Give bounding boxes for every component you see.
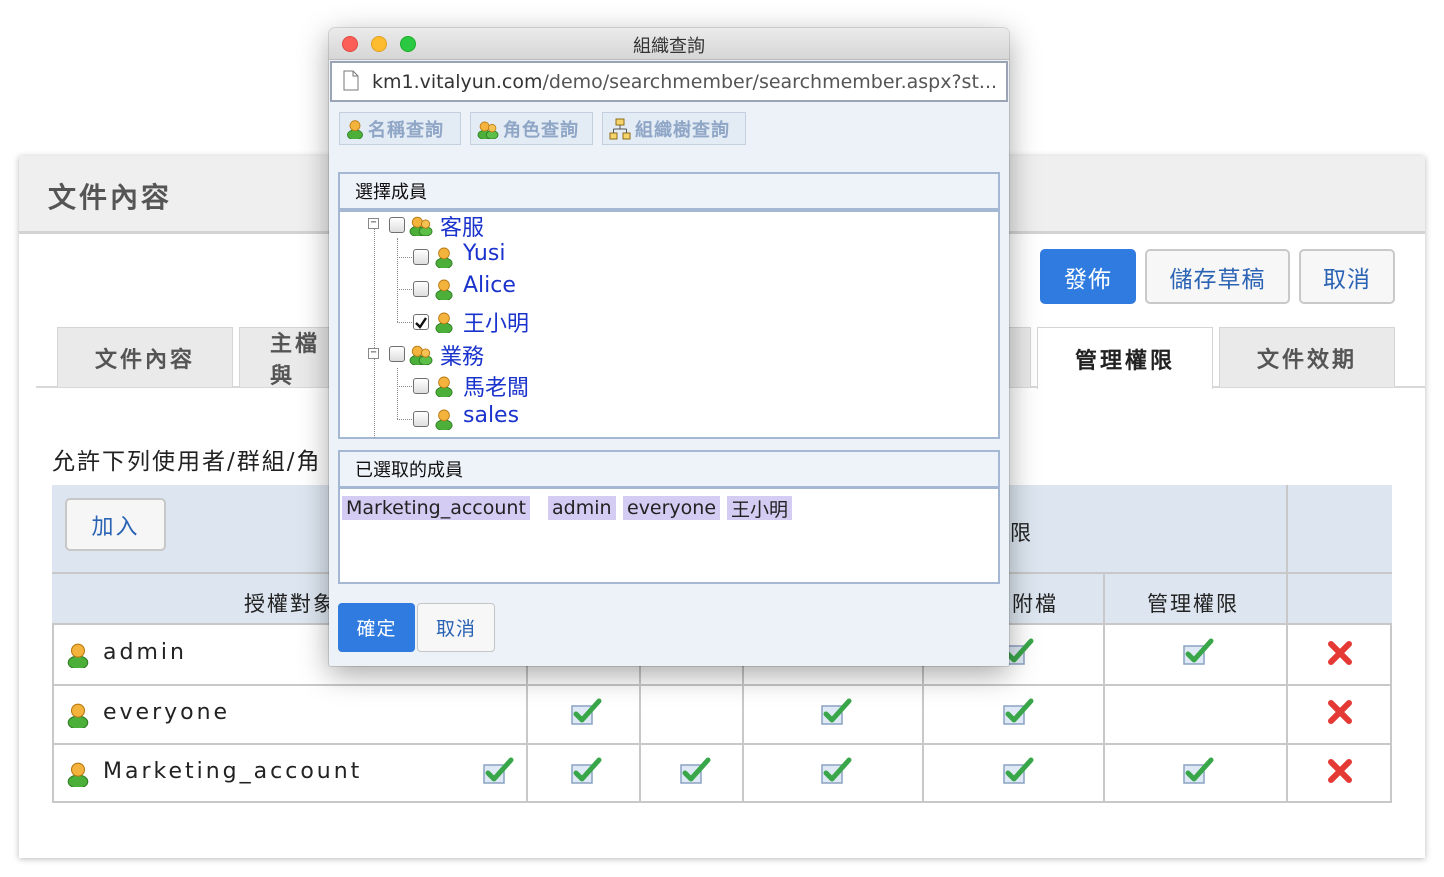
- org-tree-icon: [609, 118, 631, 139]
- window-title: 組織查詢: [633, 36, 705, 57]
- tree-connector: [397, 289, 412, 290]
- checkmark-icon: [415, 317, 427, 329]
- add-button[interactable]: 加入: [65, 498, 166, 551]
- page-document-icon: [343, 70, 359, 91]
- checked-permission-icon[interactable]: [820, 697, 852, 727]
- row-divider: [52, 684, 1392, 686]
- user-icon: [435, 246, 453, 268]
- checked-permission-icon[interactable]: [1182, 756, 1214, 786]
- user-icon: [435, 408, 453, 430]
- user-icon: [346, 119, 364, 139]
- header-attachment: 附檔: [1012, 592, 1058, 616]
- url-host: km1.vitalyun.com: [372, 70, 543, 93]
- selected-member-chip[interactable]: 王小明: [727, 496, 793, 521]
- checked-permission-icon[interactable]: [820, 756, 852, 786]
- user-icon: [67, 761, 89, 787]
- tree-connector: [397, 419, 412, 420]
- checked-permission-icon[interactable]: [482, 756, 514, 786]
- row-user-name: everyone: [103, 700, 231, 725]
- checked-permission-icon[interactable]: [570, 756, 602, 786]
- tree-checkbox[interactable]: [389, 217, 405, 233]
- tree-connector: [374, 227, 375, 438]
- checked-permission-icon[interactable]: [570, 697, 602, 727]
- tab-org-tree-search-label: 組織樹查詢: [635, 119, 730, 141]
- tab-document-content[interactable]: 文件內容: [57, 327, 233, 387]
- tab-name-search[interactable]: 名稱查詢: [339, 112, 461, 145]
- group-icon: [409, 214, 433, 236]
- tab-document-validity[interactable]: 文件效期: [1219, 327, 1395, 387]
- tree-member-label[interactable]: Alice: [463, 273, 516, 298]
- checked-permission-icon[interactable]: [1002, 756, 1034, 786]
- tree-connector: [397, 322, 412, 323]
- tab-main-file[interactable]: 主檔與: [239, 327, 334, 389]
- page-title: 文件內容: [48, 181, 173, 214]
- tree-checkbox[interactable]: [413, 281, 429, 297]
- header-manage-permission: 管理權限: [1147, 592, 1239, 616]
- header-target: 授權對象: [244, 592, 336, 616]
- checked-permission-icon[interactable]: [1182, 637, 1214, 667]
- column-divider: [1103, 574, 1105, 803]
- select-members-header: 選擇成員: [338, 172, 1000, 210]
- url-path: /demo/searchmember/searchmember.aspx?st.…: [542, 70, 998, 93]
- delete-icon[interactable]: [1327, 758, 1353, 784]
- group-icon: [409, 343, 433, 365]
- permission-description: 允許下列使用者/群組/角: [52, 449, 322, 475]
- tree-checkbox[interactable]: [413, 411, 429, 427]
- tab-role-search-label: 角色查詢: [503, 119, 579, 141]
- tree-checkbox-checked[interactable]: [413, 314, 429, 330]
- tree-member-label[interactable]: 馬老闆: [463, 370, 529, 402]
- delete-icon[interactable]: [1327, 640, 1353, 666]
- tab-name-search-label: 名稱查詢: [368, 119, 444, 141]
- tab-hidden-fragment[interactable]: [1007, 327, 1031, 387]
- tree-connector: [397, 368, 398, 419]
- tree-connector: [397, 238, 398, 322]
- selected-member-chip[interactable]: Marketing_account: [342, 496, 530, 520]
- popup-cancel-button[interactable]: 取消: [417, 603, 495, 652]
- tab-manage-permission[interactable]: 管理權限: [1037, 327, 1213, 389]
- tree-member-label[interactable]: 王小明: [463, 306, 529, 338]
- selected-members-header: 已選取的成員: [338, 450, 1000, 488]
- tree-member-label[interactable]: sales: [463, 403, 519, 428]
- tree-connector: [397, 386, 412, 387]
- row-user-name: Marketing_account: [103, 759, 363, 784]
- cancel-button[interactable]: 取消: [1299, 249, 1395, 304]
- publish-button[interactable]: 發佈: [1040, 249, 1136, 304]
- confirm-button[interactable]: 確定: [338, 603, 415, 652]
- tree-member-label[interactable]: Yusi: [463, 241, 505, 266]
- tree-connector: [397, 257, 412, 258]
- tree-checkbox[interactable]: [413, 249, 429, 265]
- group-icon: [477, 119, 499, 139]
- collapse-toggle-icon[interactable]: −: [368, 348, 379, 359]
- checked-permission-icon[interactable]: [1002, 697, 1034, 727]
- save-draft-button[interactable]: 儲存草稿: [1145, 249, 1290, 304]
- user-icon: [435, 278, 453, 300]
- selected-member-chip[interactable]: everyone: [623, 496, 721, 520]
- org-search-popup-window: 組織查詢 km1.vitalyun.com/demo/searchmember/…: [329, 28, 1009, 666]
- tab-org-tree-search[interactable]: 組織樹查詢: [602, 112, 746, 145]
- user-icon: [435, 311, 453, 333]
- column-divider: [1286, 485, 1288, 803]
- selected-member-chip[interactable]: admin: [548, 496, 616, 520]
- tree-group-label[interactable]: 業務: [440, 339, 484, 371]
- tree-checkbox[interactable]: [413, 378, 429, 394]
- tab-role-search[interactable]: 角色查詢: [470, 112, 593, 145]
- address-bar[interactable]: km1.vitalyun.com/demo/searchmember/searc…: [330, 61, 1008, 102]
- user-icon: [435, 375, 453, 397]
- user-icon: [67, 642, 89, 668]
- delete-icon[interactable]: [1327, 699, 1353, 725]
- collapse-toggle-icon[interactable]: −: [368, 218, 379, 229]
- tree-group-label[interactable]: 客服: [440, 210, 484, 242]
- checked-permission-icon[interactable]: [679, 756, 711, 786]
- tree-checkbox[interactable]: [389, 346, 405, 362]
- header-permission-group: 限: [1010, 521, 1033, 545]
- row-user-name: admin: [103, 640, 187, 665]
- user-icon: [67, 702, 89, 728]
- row-divider: [52, 743, 1392, 745]
